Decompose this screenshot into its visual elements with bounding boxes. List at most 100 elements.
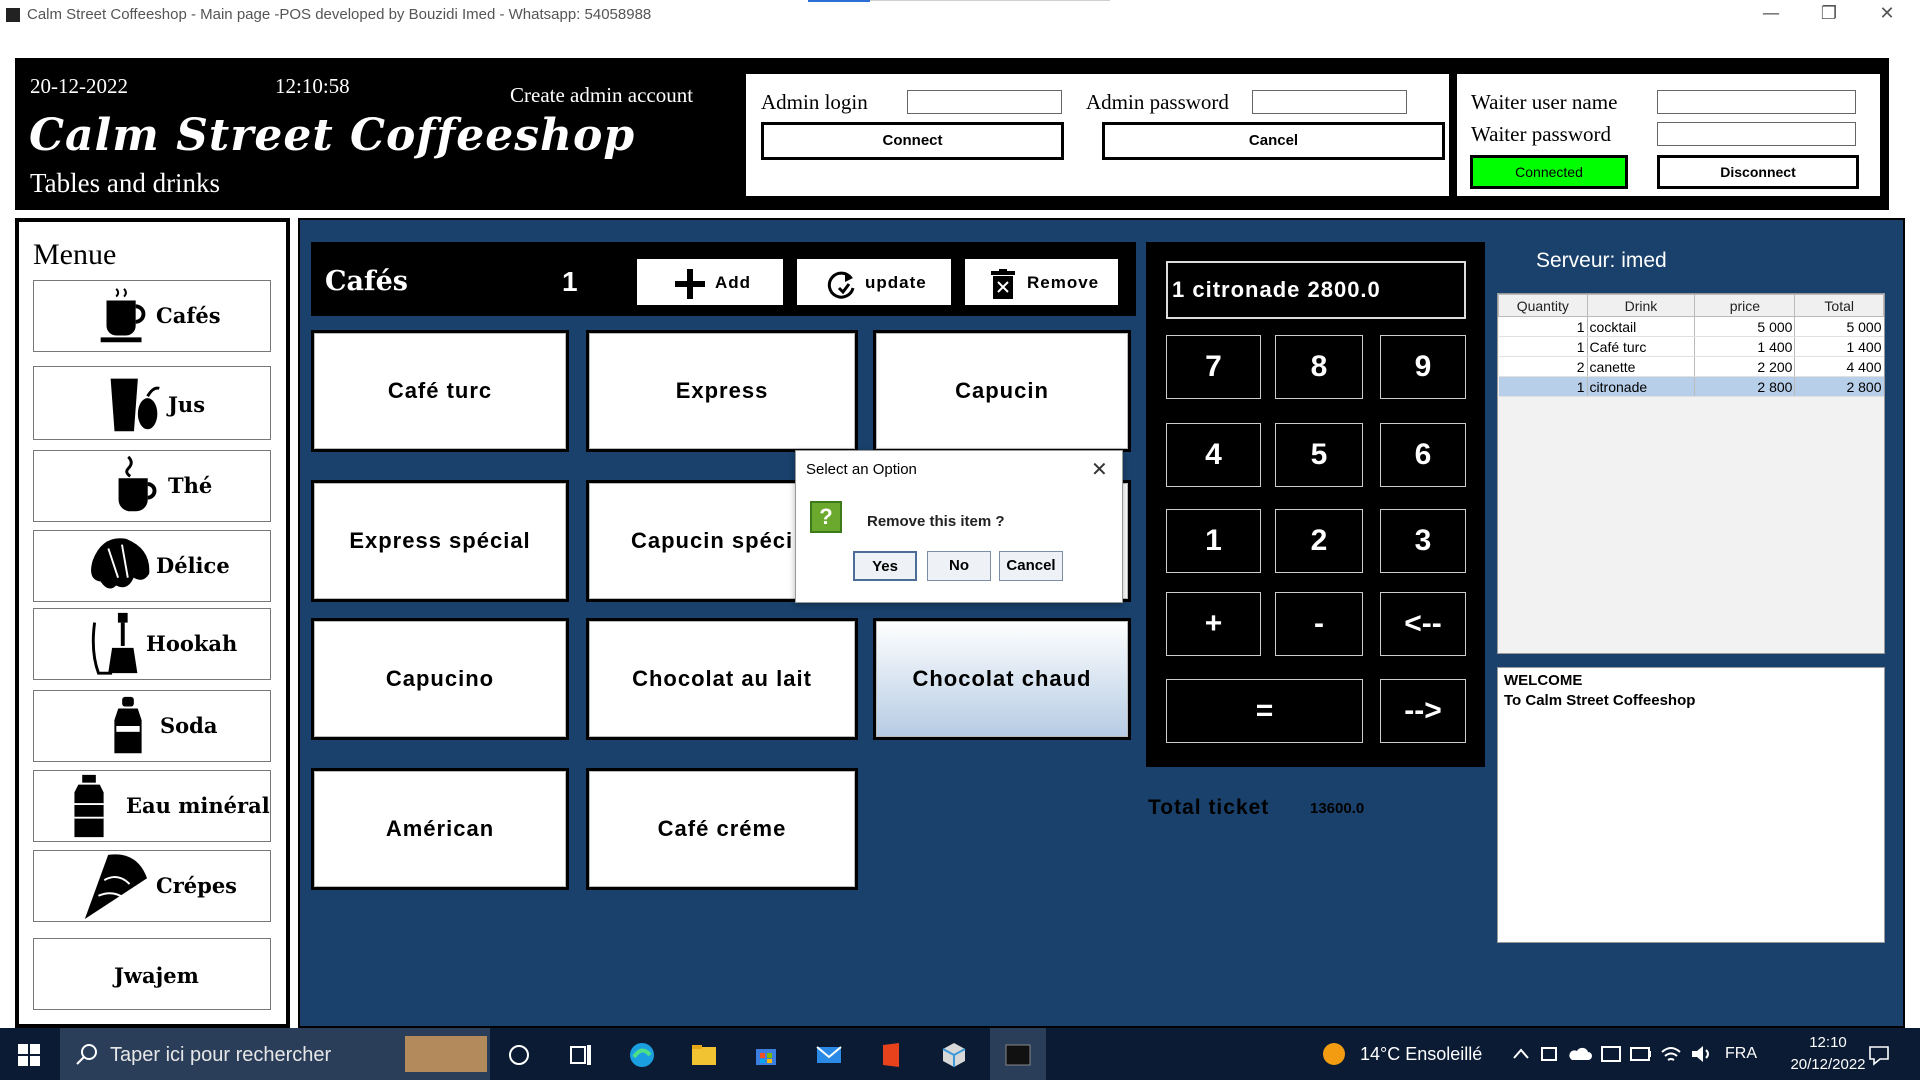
key-next[interactable]: --> <box>1380 679 1466 743</box>
category-name: Cafés <box>325 266 408 297</box>
key-6[interactable]: 6 <box>1380 423 1466 487</box>
table-row[interactable]: 1 Café turc 1 400 1 400 <box>1498 336 1884 357</box>
windows-start-icon[interactable] <box>18 1044 40 1066</box>
sidebar-item-hookah[interactable]: Hookah <box>33 608 271 680</box>
column-header[interactable]: Total <box>1794 294 1884 317</box>
create-admin-link[interactable]: Create admin account <box>510 83 693 108</box>
dialog-close-icon[interactable]: ✕ <box>1091 457 1108 481</box>
close-button[interactable]: ✕ <box>1858 0 1916 28</box>
yes-button[interactable]: Yes <box>853 551 917 581</box>
sidebar-item-the[interactable]: Thé <box>33 450 271 522</box>
dialog-message: Remove this item ? <box>867 513 1005 530</box>
hookah-icon <box>91 612 138 675</box>
wifi-icon[interactable] <box>1660 1044 1682 1064</box>
table-row[interactable]: 1 cocktail 5 000 5 000 <box>1498 316 1884 337</box>
column-header[interactable]: Quantity <box>1498 294 1588 317</box>
key-8[interactable]: 8 <box>1275 335 1363 399</box>
store-icon[interactable] <box>752 1041 780 1069</box>
no-button[interactable]: No <box>927 551 991 581</box>
window-title: Calm Street Coffeeshop - Main page -POS … <box>27 6 652 23</box>
minimize-button[interactable]: — <box>1742 0 1800 28</box>
battery-icon[interactable] <box>1630 1046 1652 1062</box>
weather-text[interactable]: 14°C Ensoleillé <box>1360 1044 1482 1065</box>
key-backspace[interactable]: <-- <box>1380 592 1466 656</box>
key-1[interactable]: 1 <box>1166 509 1261 573</box>
admin-cancel-button[interactable]: Cancel <box>1102 122 1445 160</box>
sidebar-item-jwajem[interactable]: Jwajem <box>33 938 271 1010</box>
sidebar-item-eau-mineral[interactable]: Eau minéral <box>33 770 271 842</box>
key-9[interactable]: 9 <box>1380 335 1466 399</box>
cell-drink: citronade <box>1587 376 1696 397</box>
sidebar-item-jus[interactable]: Jus <box>33 366 271 440</box>
key-4[interactable]: 4 <box>1166 423 1261 487</box>
file-explorer-icon[interactable] <box>690 1041 718 1069</box>
edge-browser-icon[interactable] <box>628 1041 656 1069</box>
column-header[interactable]: Drink <box>1586 294 1696 317</box>
drink-button[interactable]: Américan <box>311 768 569 890</box>
admin-login-field[interactable] <box>907 90 1062 114</box>
menu-title: Menue <box>33 238 117 271</box>
update-button[interactable]: update <box>795 257 953 307</box>
add-label: Add <box>715 273 752 292</box>
key-5[interactable]: 5 <box>1275 423 1363 487</box>
table-row[interactable]: 2 canette 2 200 4 400 <box>1498 356 1884 377</box>
network-status-icon[interactable] <box>1600 1044 1622 1064</box>
ticket-table[interactable]: Quantity Drink price Total 1 cocktail 5 … <box>1497 293 1885 654</box>
cell-quantity: 1 <box>1498 376 1588 397</box>
connected-button[interactable]: Connected <box>1470 155 1628 189</box>
drink-button[interactable]: Express spécial <box>311 480 569 602</box>
sidebar-item-label: Thé <box>168 473 213 498</box>
category-quantity: 1 <box>562 266 578 297</box>
drink-button[interactable]: Express <box>586 330 858 452</box>
disconnect-button[interactable]: Disconnect <box>1657 155 1859 189</box>
notification-icon[interactable] <box>1868 1044 1890 1066</box>
sidebar-item-soda[interactable]: Soda <box>33 690 271 762</box>
drink-button[interactable]: Capucino <box>311 618 569 740</box>
sidebar-item-crepes[interactable]: Crépes <box>33 850 271 922</box>
header: 20-12-2022 12:10:58 Create admin account… <box>15 58 1889 210</box>
key-equals[interactable]: = <box>1166 679 1363 743</box>
waiter-password-label: Waiter password <box>1471 122 1612 146</box>
sidebar-item-label: Délice <box>156 553 230 578</box>
key-7[interactable]: 7 <box>1166 335 1261 399</box>
waiter-password-field[interactable] <box>1657 122 1856 146</box>
taskbar: Taper ici pour rechercher 14°C Ensoleill… <box>0 1028 1920 1080</box>
clock-time[interactable]: 12:10 <box>1788 1034 1868 1051</box>
dialog-cancel-button[interactable]: Cancel <box>999 551 1063 581</box>
drink-button[interactable]: Capucin <box>873 330 1131 452</box>
drink-button[interactable]: Chocolat au lait <box>586 618 858 740</box>
cell-price: 1 400 <box>1694 336 1796 357</box>
croissant-icon <box>91 538 150 589</box>
admin-password-field[interactable] <box>1252 90 1407 114</box>
connect-button[interactable]: Connect <box>761 122 1064 160</box>
task-view-icon[interactable] <box>567 1041 595 1069</box>
sidebar-item-cafes[interactable]: Cafés <box>33 280 271 352</box>
task-view-circle-icon[interactable] <box>505 1041 533 1069</box>
cube-app-icon[interactable] <box>940 1041 968 1069</box>
chevron-up-icon[interactable] <box>1512 1046 1530 1062</box>
remove-button[interactable]: Remove <box>963 257 1120 307</box>
camera-icon[interactable] <box>1540 1044 1558 1064</box>
drink-button[interactable]: Café turc <box>311 330 569 452</box>
key-2[interactable]: 2 <box>1275 509 1363 573</box>
key-3[interactable]: 3 <box>1380 509 1466 573</box>
restore-button[interactable]: ❐ <box>1800 0 1858 28</box>
key-plus[interactable]: + <box>1166 592 1261 656</box>
waiter-username-field[interactable] <box>1657 90 1856 114</box>
volume-icon[interactable] <box>1690 1044 1712 1064</box>
dialog-title: Select an Option <box>806 461 917 478</box>
sun-weather-icon <box>1323 1043 1345 1065</box>
cloud-icon[interactable] <box>1568 1044 1592 1064</box>
drink-button[interactable]: Café créme <box>586 768 858 890</box>
add-button[interactable]: Add <box>635 257 785 307</box>
sidebar-item-label: Crépes <box>156 873 238 898</box>
column-header[interactable]: price <box>1694 294 1796 317</box>
coffeeshop-app-icon[interactable] <box>1004 1041 1032 1069</box>
key-minus[interactable]: - <box>1275 592 1363 656</box>
drink-button[interactable]: Chocolat chaud <box>873 618 1131 740</box>
mail-icon[interactable] <box>815 1041 843 1069</box>
table-row-selected[interactable]: 1 citronade 2 800 2 800 <box>1498 376 1884 397</box>
language-indicator[interactable]: FRA <box>1725 1045 1757 1063</box>
sidebar-item-delice[interactable]: Délice <box>33 530 271 602</box>
office-icon[interactable] <box>877 1041 905 1069</box>
